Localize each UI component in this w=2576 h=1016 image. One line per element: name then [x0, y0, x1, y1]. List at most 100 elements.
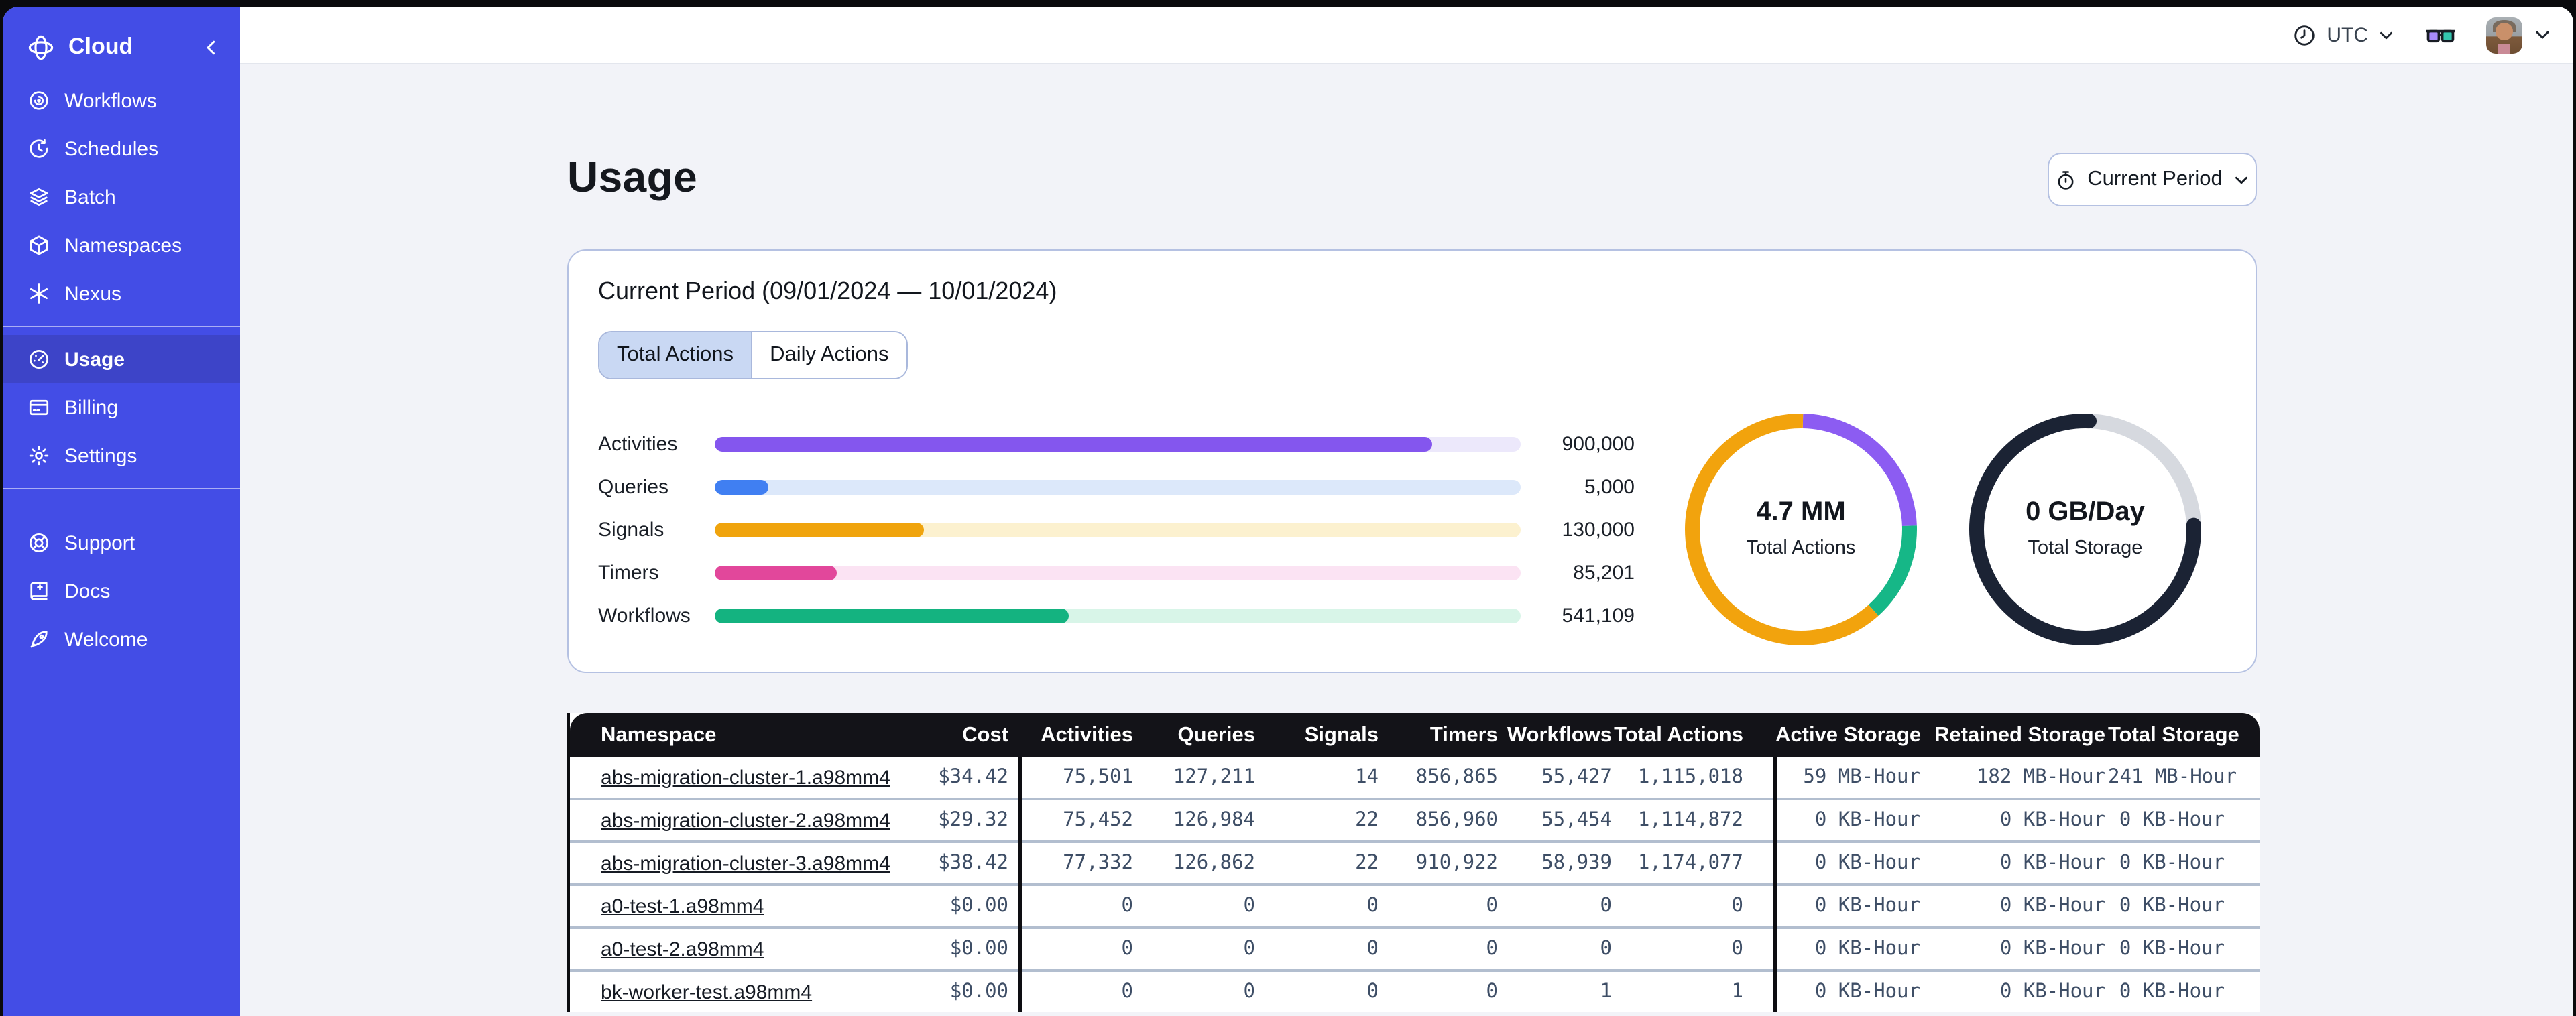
namespace-link[interactable]: a0-test-2.a98mm4 [601, 938, 764, 960]
app-window-stage: Cloud Workflows Schedules Batch Namespaces N… [0, 0, 2576, 1016]
value-cell: $34.42 [938, 767, 1008, 788]
bar-fill [715, 479, 768, 494]
value-cell: 856,960 [1379, 798, 1498, 842]
tab-total-actions[interactable]: Total Actions [599, 332, 752, 378]
top-header-bar: UTC [240, 7, 2573, 64]
sidebar-brand[interactable]: Cloud [3, 17, 240, 76]
value-cell: 0 KB-Hour [1775, 969, 1923, 1012]
value-cell: 14 [1355, 767, 1379, 788]
bar-row: Queries 5,000 [598, 475, 1657, 498]
bar-value: 541,109 [1562, 604, 1635, 627]
sidebar-item-namespaces[interactable]: Namespaces [3, 221, 240, 269]
sidebar-item-batch[interactable]: Batch [3, 173, 240, 221]
bar-fill [715, 608, 1069, 623]
value-cell: 0 [1379, 969, 1498, 1012]
value-cell: 0 [1133, 969, 1255, 1012]
namespace-cell: a0-test-2.a98mm4 [570, 926, 892, 970]
sidebar-item-settings[interactable]: Settings [3, 432, 240, 480]
bar-row: Timers 85,201 [598, 561, 1657, 584]
table-row: bk-worker-test.a98mm4 $0.00 0 0 0 0 1 1 0 KB-Hou… [570, 969, 2260, 1012]
tab-daily-actions[interactable]: Daily Actions [751, 332, 906, 378]
bar-category-label: Activities [598, 432, 678, 455]
value-cell: 0 [1133, 926, 1255, 970]
value-cell: $0.00 [892, 969, 1020, 1012]
sidebar-item-label: Docs [64, 580, 111, 602]
sidebar-item-workflows[interactable]: Workflows [3, 76, 240, 125]
value-cell: 1,114,872 [1612, 798, 1775, 842]
value-cell: 0 [1255, 969, 1379, 1012]
sidebar-item-support[interactable]: Support [3, 519, 240, 567]
settings-icon [27, 444, 51, 468]
current-period-panel: Current Period (09/01/2024 — 10/01/2024)… [567, 249, 2257, 673]
bar-fill [715, 436, 1432, 451]
sidebar: Cloud Workflows Schedules Batch Namespaces N… [3, 7, 240, 1016]
sidebar-divider [3, 488, 240, 489]
main-content: Usage Current Period Current Period (09/… [240, 64, 2573, 1016]
sidebar-item-schedules[interactable]: Schedules [3, 125, 240, 173]
bar-track [715, 608, 1521, 623]
column-header-active-storage: Active Storage [1775, 713, 1923, 757]
bar-value: 5,000 [1584, 475, 1635, 498]
bar-value: 130,000 [1562, 518, 1635, 541]
sidebar-item-docs[interactable]: Docs [3, 567, 240, 615]
actions-tab-group: Total Actions Daily Actions [598, 331, 908, 379]
nerd-glasses-button[interactable] [2424, 23, 2457, 46]
bar-row: Signals 130,000 [598, 518, 1657, 541]
value-cell: 0 KB-Hour [1775, 883, 1923, 928]
namespace-link[interactable]: abs-migration-cluster-2.a98mm4 [601, 809, 890, 832]
namespace-cell: abs-migration-cluster-1.a98mm4 [570, 757, 892, 799]
page-title: Usage [567, 153, 698, 201]
account-menu[interactable] [2486, 17, 2552, 53]
value-cell: 75,501 [1063, 767, 1133, 788]
value-cell: $29.32 [892, 798, 1020, 842]
value-cell: 127,211 [1173, 767, 1255, 788]
bar-category-label: Signals [598, 518, 664, 541]
value-cell: 0 KB-Hour [1775, 798, 1923, 842]
sidebar-item-usage[interactable]: Usage [3, 335, 240, 383]
sidebar-item-label: Batch [64, 186, 116, 208]
app-window: Cloud Workflows Schedules Batch Namespaces N… [3, 7, 2573, 1016]
sidebar-item-label: Nexus [64, 282, 122, 305]
sidebar-item-label: Namespaces [64, 234, 182, 257]
clock-icon [2292, 22, 2317, 48]
namespace-link[interactable]: bk-worker-test.a98mm4 [601, 980, 812, 1003]
sidebar-item-label: Welcome [64, 628, 148, 651]
value-cell: 0 KB-Hour [1923, 840, 2108, 885]
bar-track [715, 479, 1521, 494]
value-cell: 910,922 [1379, 840, 1498, 885]
nexus-icon [27, 281, 51, 306]
value-cell: 856,865 [1415, 767, 1498, 788]
column-header-total-actions: Total Actions [1612, 713, 1775, 757]
bar-track [715, 565, 1521, 580]
table-row: abs-migration-cluster-3.a98mm4 $38.42 77,3… [570, 840, 2260, 885]
value-cell: 55,427 [1541, 767, 1612, 788]
sidebar-collapse-icon[interactable] [201, 37, 221, 57]
bar-track [715, 436, 1521, 451]
sidebar-item-billing[interactable]: Billing [3, 383, 240, 432]
value-cell: 0 [1255, 883, 1379, 928]
namespace-link[interactable]: a0-test-1.a98mm4 [601, 895, 764, 917]
total-storage-donut: 0 GB/Day Total Storage [1967, 411, 2203, 647]
sidebar-item-nexus[interactable]: Nexus [3, 269, 240, 318]
value-cell: 77,332 [1020, 840, 1133, 885]
namespace-link[interactable]: abs-migration-cluster-3.a98mm4 [601, 852, 890, 875]
column-header-total-storage: Total Storage [2108, 713, 2260, 757]
sidebar-divider [3, 326, 240, 327]
donut-center-value: 4.7 MM [1756, 497, 1846, 527]
sidebar-item-label: Schedules [64, 137, 159, 160]
bar-fill [715, 522, 925, 537]
period-selector-button[interactable]: Current Period [2048, 153, 2257, 206]
namespace-link[interactable]: abs-migration-cluster-1.a98mm4 [601, 766, 890, 789]
total-actions-donut: 4.7 MM Total Actions [1683, 411, 1919, 647]
bar-value: 900,000 [1562, 432, 1635, 455]
namespace-cell: abs-migration-cluster-3.a98mm4 [570, 840, 892, 885]
chevron-down-icon [2378, 26, 2395, 44]
value-cell: 0 [1020, 969, 1133, 1012]
table-row: abs-migration-cluster-1.a98mm4 $34.42 75,5… [570, 757, 2260, 799]
namespace-usage-table: Namespace Cost Activities Queries Signals Tim… [567, 713, 2260, 1012]
namespace-cell: a0-test-1.a98mm4 [570, 883, 892, 928]
timezone-selector[interactable]: UTC [2292, 22, 2395, 48]
sidebar-item-label: Support [64, 531, 135, 554]
chevron-down-icon [2233, 171, 2251, 188]
sidebar-item-welcome[interactable]: Welcome [3, 615, 240, 663]
